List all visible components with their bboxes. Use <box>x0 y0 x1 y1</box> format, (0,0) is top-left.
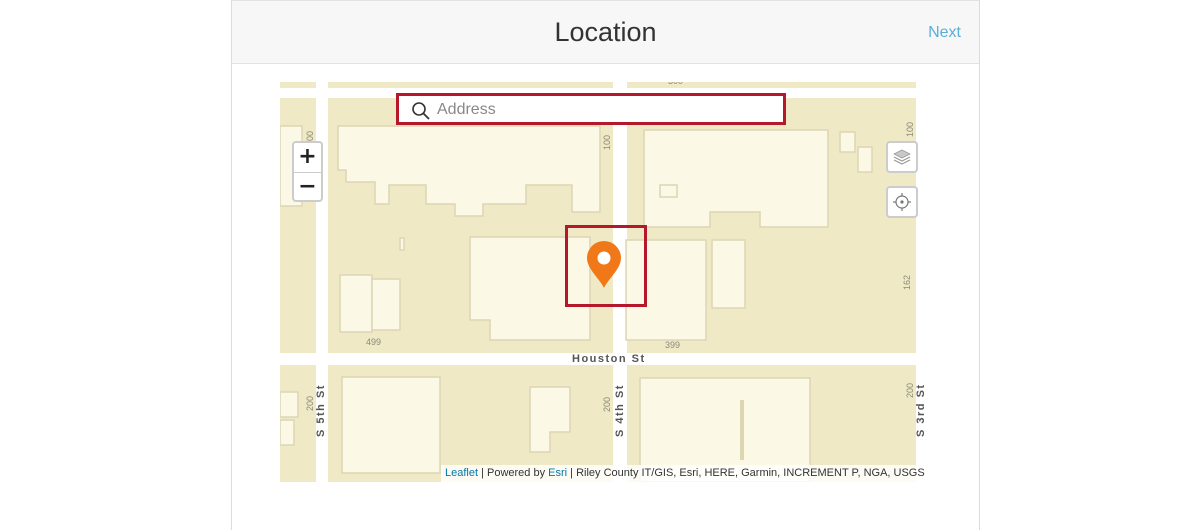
layers-button[interactable] <box>886 141 918 173</box>
addr-200-mid: 200 <box>602 397 612 412</box>
addr-100-mid: 100 <box>602 135 612 150</box>
zoom-out-button[interactable]: − <box>294 173 321 202</box>
street-label-s3rd: S 3rd St <box>915 383 927 437</box>
street-label-s4th: S 4th St <box>614 384 626 437</box>
addr-200-left: 200 <box>305 396 315 411</box>
addr-100-right: 100 <box>905 122 915 137</box>
attribution-powered-by: | Powered by <box>478 467 549 479</box>
zoom-control: + − <box>292 141 323 202</box>
addr-300: 300 <box>668 82 683 86</box>
leaflet-link[interactable]: Leaflet <box>445 467 478 479</box>
addr-399: 399 <box>665 340 680 350</box>
location-marker-icon[interactable] <box>586 241 622 289</box>
search-icon <box>412 102 430 120</box>
address-input[interactable] <box>437 98 767 122</box>
addr-162: 162 <box>902 275 912 290</box>
attribution-sources: | Riley County IT/GIS, Esri, HERE, Garmi… <box>567 467 925 479</box>
street-label-houston: Houston St <box>572 353 646 365</box>
zoom-in-button[interactable]: + <box>294 143 321 173</box>
addr-499: 499 <box>366 337 381 347</box>
layers-icon <box>893 149 911 165</box>
locate-button[interactable] <box>886 186 918 218</box>
next-link[interactable]: Next <box>928 24 961 42</box>
esri-link[interactable]: Esri <box>548 467 567 479</box>
header-bar: Location Next <box>232 0 979 64</box>
crosshair-icon <box>893 193 911 211</box>
page-title: Location <box>554 17 657 47</box>
addr-200-right: 200 <box>905 383 915 398</box>
map-attribution: Leaflet | Powered by Esri | Riley County… <box>441 465 931 482</box>
address-search-box[interactable] <box>396 93 786 125</box>
street-label-s5th: S 5th St <box>315 384 327 437</box>
